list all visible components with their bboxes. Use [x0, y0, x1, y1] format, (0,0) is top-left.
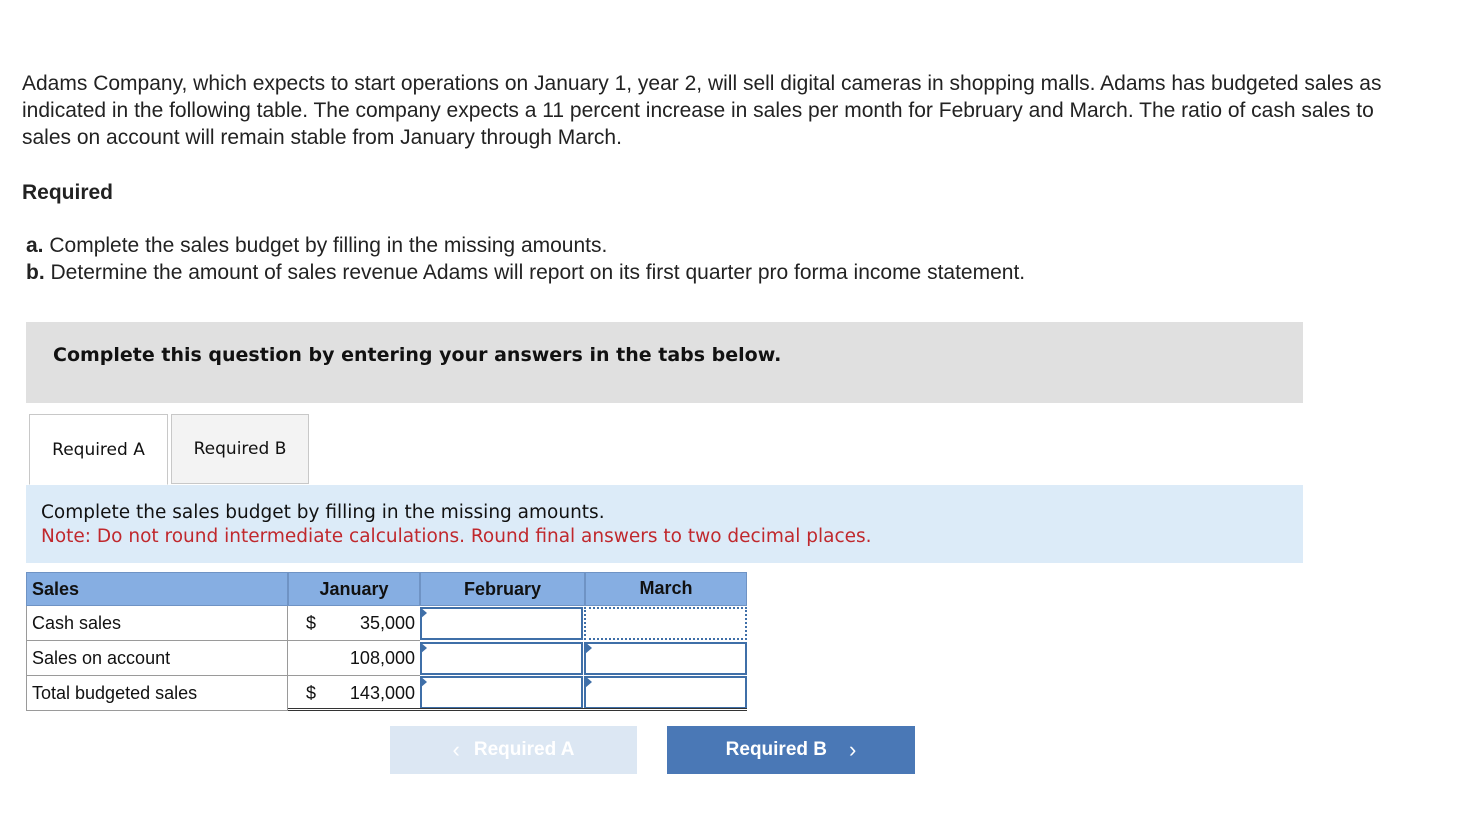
- column-header-march: March: [585, 572, 747, 606]
- column-header-sales: Sales: [26, 572, 288, 606]
- january-cash-sales: $ 35,000: [288, 606, 420, 641]
- requirement-a: a. Complete the sales budget by filling …: [26, 232, 1025, 259]
- answer-flag-icon: [420, 642, 427, 654]
- requirement-b: b. Determine the amount of sales revenue…: [26, 259, 1025, 286]
- answer-flag-icon: [420, 607, 427, 619]
- sales-budget-table: Sales January February March Cash sales …: [26, 572, 747, 712]
- answer-flag-icon: [585, 676, 592, 688]
- march-sales-on-account-input[interactable]: [584, 642, 747, 675]
- chevron-left-icon: ‹: [452, 737, 460, 762]
- problem-intro: Adams Company, which expects to start op…: [22, 72, 1382, 149]
- required-heading: Required: [22, 181, 114, 204]
- february-sales-on-account-input[interactable]: [420, 642, 583, 675]
- february-total-input[interactable]: [420, 676, 583, 709]
- tab-bar: Required A Required B: [26, 414, 1303, 486]
- previous-required-a-button[interactable]: ‹ Required A: [390, 726, 637, 774]
- next-required-b-button[interactable]: Required B ›: [667, 726, 915, 774]
- march-total-input[interactable]: [584, 676, 747, 709]
- banner-text: Complete this question by entering your …: [53, 344, 782, 366]
- dollar-sign: $: [306, 683, 317, 703]
- previous-button-label: Required A: [473, 739, 575, 760]
- requirement-text: Determine the amount of sales revenue Ad…: [50, 261, 1026, 284]
- answer-flag-icon: [585, 642, 592, 654]
- next-button-label: Required B: [725, 739, 828, 760]
- january-sales-on-account-value: 108,000: [349, 648, 415, 668]
- january-sales-on-account: 108,000: [288, 641, 420, 676]
- row-label-sales-on-account: Sales on account: [26, 641, 288, 676]
- tab-required-b[interactable]: Required B: [171, 414, 309, 484]
- row-label-total-budgeted-sales: Total budgeted sales: [26, 676, 288, 711]
- january-cash-sales-value: 35,000: [359, 613, 415, 633]
- instruction-note: Note: Do not round intermediate calculat…: [41, 526, 872, 547]
- february-cash-sales-input[interactable]: [420, 607, 583, 640]
- january-total-budgeted-sales: $ 143,000: [288, 676, 420, 711]
- requirement-letter: b.: [26, 261, 45, 284]
- requirements-list: a. Complete the sales budget by filling …: [26, 232, 1025, 286]
- chevron-right-icon: ›: [849, 737, 857, 762]
- requirement-letter: a.: [26, 234, 44, 257]
- dollar-sign: $: [306, 613, 317, 633]
- answer-flag-icon: [420, 676, 427, 688]
- requirement-text: Complete the sales budget by filling in …: [49, 234, 608, 257]
- instruction-main: Complete the sales budget by filling in …: [41, 502, 605, 523]
- column-header-january: January: [288, 572, 420, 606]
- row-label-cash-sales: Cash sales: [26, 606, 288, 641]
- march-cash-sales-input[interactable]: [584, 607, 747, 640]
- instruction-banner: Complete this question by entering your …: [26, 322, 1303, 403]
- column-header-february: February: [420, 572, 585, 606]
- tab-required-a[interactable]: Required A: [29, 414, 168, 485]
- total-underline: [420, 708, 747, 711]
- tab-instructions: Complete the sales budget by filling in …: [26, 485, 1303, 563]
- january-total-value: 143,000: [349, 683, 415, 703]
